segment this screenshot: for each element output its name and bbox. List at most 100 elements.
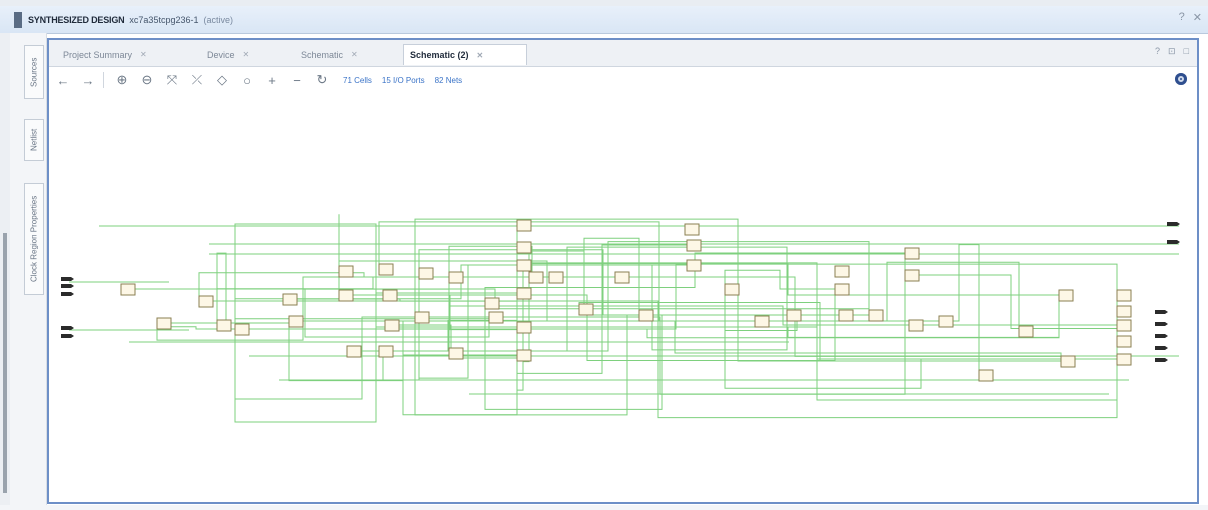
cell-instance[interactable] [614,271,630,284]
cell-instance[interactable] [528,271,544,284]
vtab-clock-region-properties[interactable]: Clock Region Properties [24,183,44,295]
cells-link[interactable]: 71 Cells [343,76,372,85]
cell-instance[interactable] [1116,305,1132,318]
refresh-icon[interactable]: ↻ [311,70,333,90]
io-port[interactable] [1155,310,1168,314]
expand-icon[interactable]: ◇ [211,70,233,90]
zoom-in-icon[interactable]: ⊕ [111,70,133,90]
help-icon[interactable]: ? [1179,11,1185,24]
cell-instance[interactable] [904,269,920,282]
close-icon[interactable]: ✕ [477,51,484,60]
tab-device[interactable]: Device ✕ [201,44,293,65]
cell-instance[interactable] [686,259,702,272]
cell-instance[interactable] [378,263,394,276]
vtab-netlist[interactable]: Netlist [24,119,44,161]
cell-instance[interactable] [488,311,504,324]
cell-instance[interactable] [448,347,464,360]
cell-instance[interactable] [382,289,398,302]
maximize-icon[interactable]: □ [1184,46,1189,57]
cell-instance[interactable] [1116,353,1132,366]
io-port[interactable] [1155,334,1168,338]
cell-instance[interactable] [978,369,994,382]
io-ports-link[interactable]: 15 I/O Ports [382,76,425,85]
cell-instance[interactable] [686,239,702,252]
io-port[interactable] [1155,322,1168,326]
tab-schematic-2[interactable]: Schematic (2) ✕ [403,44,527,65]
cell-instance[interactable] [1116,289,1132,302]
cell-instance[interactable] [724,283,740,296]
cell-instance[interactable] [418,267,434,280]
add-icon[interactable]: + [261,70,283,90]
io-port[interactable] [61,334,74,338]
io-port[interactable] [61,292,74,296]
io-port[interactable] [1155,346,1168,350]
gear-icon[interactable] [1175,73,1187,85]
cell-instance[interactable] [198,295,214,308]
io-port[interactable] [1155,358,1168,362]
schematic-canvas[interactable] [49,94,1197,502]
cell-instance[interactable] [156,317,172,330]
zoom-area-icon[interactable]: ⤫ [186,70,208,90]
schematic-svg[interactable] [49,94,1197,502]
forward-icon[interactable]: → [77,70,99,90]
cell-instance[interactable] [868,309,884,322]
cell-instance[interactable] [754,315,770,328]
zoom-fit-icon[interactable]: ⤧ [161,70,183,90]
cell-instance[interactable] [346,345,362,358]
cell-instance[interactable] [1018,325,1034,338]
nets-link[interactable]: 82 Nets [435,76,463,85]
cell-instance[interactable] [282,293,298,306]
cell-instance[interactable] [516,219,532,232]
cell-instance[interactable] [684,223,700,236]
cell-instance[interactable] [234,323,250,336]
cell-instance[interactable] [578,303,594,316]
cell-instance[interactable] [414,311,430,324]
tab-schematic[interactable]: Schematic ✕ [295,44,399,65]
cell-instance[interactable] [638,309,654,322]
io-port[interactable] [61,284,74,288]
cell-instance[interactable] [288,315,304,328]
close-icon[interactable]: ✕ [351,50,358,59]
cell-instance[interactable] [516,349,532,362]
cell-instance[interactable] [448,271,464,284]
cell-instance[interactable] [908,319,924,332]
remove-icon[interactable]: − [286,70,308,90]
cell-instance[interactable] [120,283,136,296]
cell-instance[interactable] [1116,335,1132,348]
cell-instance[interactable] [904,247,920,260]
cell-instance[interactable] [338,265,354,278]
help-icon[interactable]: ? [1155,46,1160,57]
cell-instance[interactable] [384,319,400,332]
cell-instance[interactable] [834,283,850,296]
io-port[interactable] [61,326,74,330]
zoom-out-icon[interactable]: ⊖ [136,70,158,90]
cell-instance[interactable] [1060,355,1076,368]
cell-instance[interactable] [548,271,564,284]
cell-instance[interactable] [338,289,354,302]
rail-scroll-handle[interactable] [3,233,7,493]
io-port[interactable] [1167,222,1180,226]
cell-instance[interactable] [484,297,500,310]
cell-instance[interactable] [516,287,532,300]
cell-instance[interactable] [786,309,802,322]
io-port[interactable] [61,277,74,281]
cell-instance[interactable] [378,345,394,358]
tab-project-summary[interactable]: Project Summary ✕ [57,44,199,65]
cell-instance[interactable] [1058,289,1074,302]
cell-instance[interactable] [216,319,232,332]
close-icon[interactable]: ✕ [1193,11,1202,24]
cell-instance[interactable] [938,315,954,328]
vtab-sources[interactable]: Sources [24,45,44,99]
cell-instance[interactable] [1116,319,1132,332]
close-icon[interactable]: ✕ [243,50,250,59]
io-port[interactable] [1167,240,1180,244]
cell-instance[interactable] [516,321,532,334]
back-icon[interactable]: ← [52,70,74,90]
cell-instance[interactable] [838,309,854,322]
collapse-icon[interactable]: ○ [236,70,258,90]
cell-instance[interactable] [834,265,850,278]
cell-instance[interactable] [516,259,532,272]
restore-icon[interactable]: ⊡ [1168,46,1176,57]
close-icon[interactable]: ✕ [140,50,147,59]
cell-instance[interactable] [516,241,532,254]
